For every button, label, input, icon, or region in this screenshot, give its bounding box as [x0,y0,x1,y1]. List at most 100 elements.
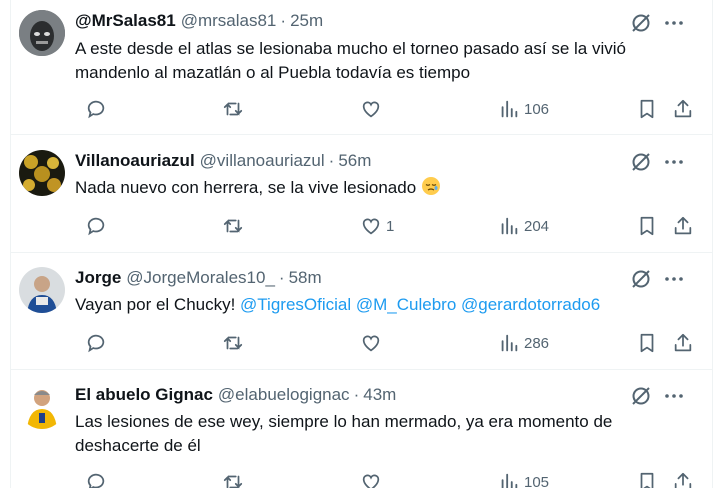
heart-icon [362,101,380,118]
reply-icon [87,217,105,236]
tweet-text: Las lesiones de ese wey, siempre lo han … [75,412,613,455]
masked-face-avatar [19,10,65,56]
avatar[interactable] [19,383,65,429]
tweet-header: El abuelo Gignac @elabuelogignac · 43m [75,385,396,407]
tweet-text-body: Vayan por el Chucky! [75,295,241,314]
share-icon [674,472,692,488]
views-chart-icon [501,100,518,118]
tweet-text: Nada nuevo con herrera, se la vive lesio… [75,176,675,200]
views-button[interactable]: 204 [498,214,549,238]
heart-icon [362,474,380,488]
more-icon[interactable] [662,11,686,35]
view-count: 204 [524,217,550,235]
view-count: 286 [524,334,550,352]
reply-icon [87,473,105,488]
retweet-icon [223,102,243,116]
views-button[interactable]: 286 [498,331,549,355]
more-icon[interactable] [662,267,686,291]
views-chart-icon [501,334,518,352]
retweet-button[interactable] [222,97,244,121]
share-icon [674,333,692,352]
avatar[interactable] [19,267,65,313]
bookmark-icon [640,333,654,353]
grok-icon[interactable] [629,267,653,291]
display-name[interactable]: Jorge [75,268,121,288]
bookmark-icon [640,472,654,488]
user-handle[interactable]: @JorgeMorales10_ [126,268,275,288]
display-name[interactable]: @MrSalas81 [75,11,176,31]
reply-button[interactable] [85,470,107,488]
share-button[interactable] [672,331,694,355]
retweet-icon [223,336,243,350]
retweet-button[interactable] [222,214,244,238]
share-icon [674,99,692,118]
views-button[interactable]: 106 [498,97,549,121]
retweet-button[interactable] [222,331,244,355]
share-icon [674,216,692,235]
tweet-text-body: Nada nuevo con herrera, se la vive lesio… [75,178,417,197]
mention-link[interactable]: @TigresOficial [240,295,351,314]
gold-pattern-avatar [19,150,65,196]
bookmark-button[interactable] [636,331,658,355]
like-count: 1 [386,217,395,235]
heart-icon [362,335,380,352]
retweet-button[interactable] [222,470,244,488]
separator-dot: · [278,268,285,287]
person-photo-avatar [19,267,65,313]
separator-dot: · [353,385,360,404]
user-handle[interactable]: @mrsalas81 [181,11,277,31]
user-handle[interactable]: @villanoauriazul [200,151,325,171]
views-chart-icon [501,217,518,235]
share-button[interactable] [672,214,694,238]
grok-icon[interactable] [629,384,653,408]
user-handle[interactable]: @elabuelogignac [218,385,350,405]
reply-icon [87,100,105,119]
player-avatar [19,383,65,429]
bookmark-icon [640,216,654,236]
timestamp[interactable]: 58m [289,268,322,288]
mention-link[interactable]: @gerardotorrado6 [461,295,600,314]
retweet-icon [223,219,243,233]
mention-link[interactable]: @M_Culebro [356,295,456,314]
like-button[interactable] [360,97,386,121]
retweet-icon [223,475,243,488]
reply-button[interactable] [85,331,107,355]
grok-icon[interactable] [629,150,653,174]
tweet-header: Jorge @JorgeMorales10_ · 58m [75,268,322,290]
share-button[interactable] [672,97,694,121]
avatar[interactable] [19,10,65,56]
bookmark-button[interactable] [636,214,658,238]
separator-dot: · [328,151,335,170]
grok-icon[interactable] [629,11,653,35]
share-button[interactable] [672,470,694,488]
tweet-text: Vayan por el Chucky! @TigresOficial @M_C… [75,293,675,317]
timestamp[interactable]: 43m [363,385,396,405]
more-icon[interactable] [662,150,686,174]
like-button[interactable] [360,470,386,488]
views-button[interactable]: 105 [498,470,549,488]
avatar[interactable] [19,150,65,196]
views-chart-icon [501,473,518,488]
more-icon[interactable] [662,384,686,408]
reply-button[interactable] [85,97,107,121]
display-name[interactable]: Villanoauriazul [75,151,195,171]
like-button[interactable]: 1 [360,214,394,238]
view-count: 106 [524,100,550,118]
timestamp[interactable]: 25m [290,11,323,31]
sad-face-emoji [421,177,440,195]
reply-button[interactable] [85,214,107,238]
bookmark-icon [640,99,654,119]
tweet-header: Villanoauriazul @villanoauriazul · 56m [75,151,371,173]
bookmark-button[interactable] [636,470,658,488]
bookmark-button[interactable] [636,97,658,121]
timestamp[interactable]: 56m [338,151,371,171]
tweet-header: @MrSalas81 @mrsalas81 · 25m [75,11,323,33]
reply-icon [87,334,105,353]
tweet-text: A este desde el atlas se lesionaba mucho… [75,39,626,82]
display-name[interactable]: El abuelo Gignac [75,385,213,405]
separator-dot: · [280,11,287,30]
feed-right-border [712,0,713,488]
view-count: 105 [524,473,550,488]
like-button[interactable] [360,331,386,355]
heart-icon [362,218,380,235]
